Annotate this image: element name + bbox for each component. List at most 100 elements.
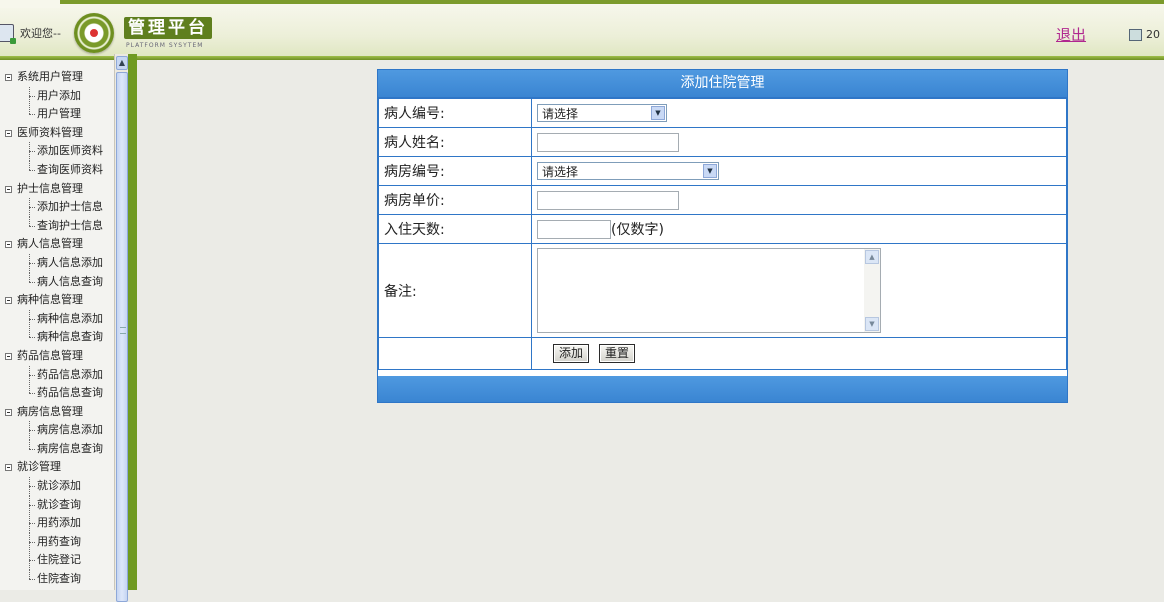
sidebar-item-label: 病人信息查询	[37, 274, 103, 288]
collapse-icon[interactable]	[5, 74, 12, 81]
sidebar-group[interactable]: 就诊管理	[0, 458, 114, 477]
header-divider	[0, 56, 1164, 60]
sidebar-item[interactable]: 就诊查询	[0, 495, 114, 515]
scroll-grip	[120, 327, 126, 334]
tree-line	[29, 318, 30, 329]
sidebar-group-label: 系统用户管理	[17, 70, 83, 83]
tree-line	[29, 486, 30, 497]
sidebar-item[interactable]: 病种信息查询	[0, 328, 114, 347]
form-table: 病人编号: 请选择 ▼ 病人姓名: 病房编号: 请选择 ▼ 病房单价: 入住天数…	[378, 98, 1067, 370]
form-title: 添加住院管理	[378, 70, 1067, 98]
note-textarea[interactable]: ▲ ▼	[537, 248, 881, 333]
sidebar-item-label: 用药添加	[37, 516, 81, 530]
sidebar-item[interactable]: 查询医师资料	[0, 160, 114, 180]
tree-line	[29, 541, 30, 552]
row-patient-id: 病人编号: 请选择 ▼	[378, 98, 1067, 128]
sidebar-item[interactable]: 药品信息查询	[0, 384, 114, 403]
sidebar-item[interactable]: 住院登记	[0, 551, 114, 571]
collapse-icon[interactable]	[5, 185, 12, 193]
patient-name-label: 病人姓名:	[378, 127, 532, 157]
note-scrollbar[interactable]: ▲ ▼	[864, 249, 880, 332]
sidebar-item-label: 查询医师资料	[37, 162, 103, 176]
scroll-thumb[interactable]	[116, 72, 128, 602]
collapse-icon[interactable]	[5, 352, 12, 360]
sidebar-item-label: 病种信息添加	[37, 311, 103, 325]
add-button[interactable]: 添加	[553, 344, 590, 363]
sidebar-item[interactable]: 病种信息添加	[0, 309, 114, 329]
ward-price-input[interactable]	[537, 190, 679, 210]
scroll-up-arrow-icon[interactable]: ▲	[865, 250, 879, 264]
sidebar-item-label: 就诊查询	[37, 497, 81, 511]
reset-button[interactable]: 重置	[599, 344, 636, 363]
admission-form-panel: 添加住院管理 病人编号: 请选择 ▼ 病人姓名: 病房编号: 请选择 ▼ 病房单…	[377, 69, 1068, 403]
sidebar-item-label: 用户管理	[37, 107, 81, 121]
sidebar-item[interactable]: 用户管理	[0, 105, 114, 124]
patient-id-cell: 请选择 ▼	[531, 98, 1067, 128]
logout-link[interactable]: 退出	[1056, 24, 1086, 45]
row-days: 入住天数: (仅数字)	[378, 214, 1067, 244]
buttons-cell: 添加 重置	[531, 337, 1067, 370]
ward-price-label: 病房单价:	[378, 185, 532, 215]
collapse-icon[interactable]	[5, 297, 12, 305]
sidebar-scrollbar[interactable]: ▲	[114, 54, 129, 602]
scroll-down-arrow-icon[interactable]: ▼	[865, 317, 879, 331]
user-icon	[0, 24, 16, 44]
sidebar-group[interactable]: 药品信息管理	[0, 347, 114, 366]
calendar-icon	[1129, 29, 1142, 41]
tree-line	[29, 504, 30, 515]
sidebar-item[interactable]: 添加护士信息	[0, 198, 114, 218]
sidebar-group-label: 病房信息管理	[17, 404, 83, 418]
sidebar-item[interactable]: 就诊添加	[0, 477, 114, 497]
tree-line	[29, 207, 30, 218]
patient-name-input[interactable]	[537, 132, 679, 152]
sidebar-item[interactable]: 查询护士信息	[0, 216, 114, 236]
sidebar-item[interactable]: 添加医师资料	[0, 142, 114, 162]
top-header: 欢迎您-- 管理平台 PLATFORM SYSYTEM 退出 20	[0, 0, 1164, 58]
sidebar-group[interactable]: 系统用户管理	[0, 68, 114, 87]
sidebar-group[interactable]: 护士信息管理	[0, 180, 114, 199]
days-input[interactable]	[537, 220, 611, 240]
days-cell: (仅数字)	[531, 214, 1067, 244]
sidebar-group[interactable]: 医师资料管理	[0, 124, 114, 143]
note-cell: ▲ ▼	[531, 243, 1067, 338]
sidebar-group[interactable]: 病人信息管理	[0, 235, 114, 254]
sidebar-item-label: 就诊添加	[37, 479, 81, 493]
ward-id-select[interactable]: 请选择 ▼	[537, 162, 719, 180]
sidebar-item-label: 病种信息查询	[37, 330, 103, 344]
sidebar-item[interactable]: 用药查询	[0, 532, 114, 552]
logo-icon	[74, 13, 114, 53]
sidebar-item[interactable]: 药品信息添加	[0, 365, 114, 385]
sidebar-item-label: 添加护士信息	[37, 200, 103, 214]
days-label: 入住天数:	[378, 214, 532, 244]
collapse-icon[interactable]	[5, 408, 12, 416]
sidebar-group[interactable]: 病房信息管理	[0, 403, 114, 422]
tree-line	[29, 95, 30, 106]
buttons-empty-cell	[378, 337, 532, 370]
sidebar-item[interactable]: 病房信息查询	[0, 439, 114, 459]
sidebar-tree: 系统用户管理用户添加 用户管理医师资料管理 添加医师资料 查询医师资料护士信息管理 添加…	[0, 60, 114, 589]
sidebar-item[interactable]: 病人信息查询	[0, 272, 114, 292]
sidebar-group[interactable]: 病种信息管理	[0, 291, 114, 310]
sidebar-item[interactable]: 病房信息添加	[0, 421, 114, 441]
welcome-text: 欢迎您--	[20, 27, 61, 40]
patient-name-cell	[531, 127, 1067, 157]
sidebar-group-label: 药品信息管理	[17, 348, 83, 362]
chevron-down-icon[interactable]: ▼	[703, 164, 717, 178]
collapse-icon[interactable]	[5, 464, 12, 472]
tree-line	[29, 523, 30, 534]
row-patient-name: 病人姓名:	[378, 127, 1067, 157]
row-note: 备注: ▲ ▼	[378, 243, 1067, 338]
sidebar-item[interactable]: 用户添加	[0, 86, 114, 106]
sidebar-item[interactable]: 病人信息添加	[0, 253, 114, 273]
sidebar-item[interactable]: 用药添加	[0, 514, 114, 534]
tree-line	[29, 374, 30, 385]
scroll-up-arrow-icon[interactable]: ▲	[116, 56, 128, 70]
patient-id-select[interactable]: 请选择 ▼	[537, 104, 667, 122]
ward-id-cell: 请选择 ▼	[531, 156, 1067, 186]
collapse-icon[interactable]	[5, 241, 12, 249]
days-hint: (仅数字)	[611, 221, 664, 238]
chevron-down-icon[interactable]: ▼	[651, 106, 665, 120]
sidebar-item[interactable]: 住院查询	[0, 570, 114, 589]
collapse-icon[interactable]	[5, 129, 12, 137]
patient-id-select-value: 请选择	[542, 107, 579, 121]
